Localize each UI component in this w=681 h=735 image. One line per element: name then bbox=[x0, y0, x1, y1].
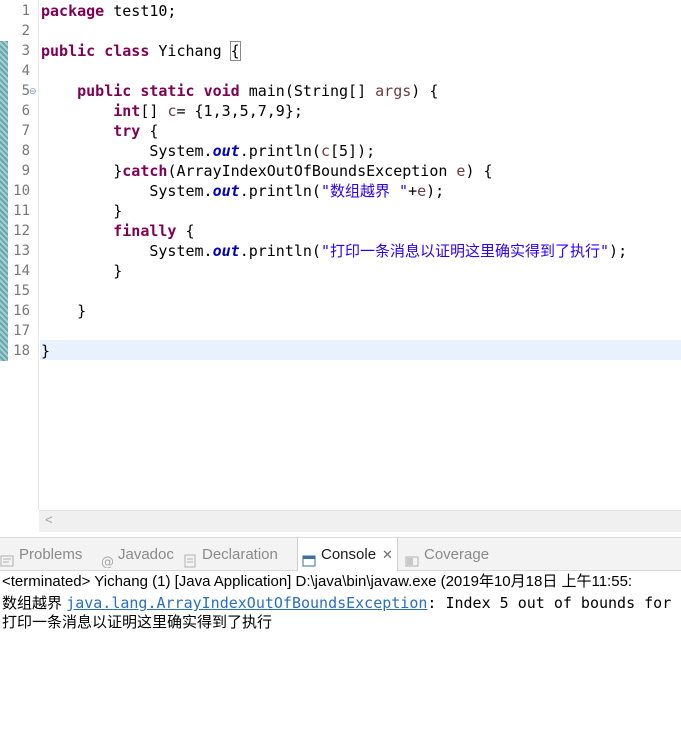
code-token: System. bbox=[41, 142, 213, 160]
code-editor[interactable]: 1 2 3 4 5 6 7 8 9 10 11 12 13 14 15 16 17 18 ⊖ package tes… bbox=[0, 0, 681, 510]
declaration-icon bbox=[183, 547, 197, 568]
change-marker bbox=[0, 41, 8, 361]
console-view[interactable]: <terminated> Yichang (1) [Java Applicati… bbox=[0, 571, 681, 735]
code-token: main(String[] bbox=[239, 82, 376, 100]
code-token: .println( bbox=[239, 142, 321, 160]
console-icon bbox=[302, 547, 316, 567]
code-line[interactable]: }catch(ArrayIndexOutOfBoundsException e)… bbox=[41, 161, 493, 181]
keyword-token: package bbox=[41, 2, 105, 20]
code-line[interactable]: } bbox=[41, 201, 122, 221]
current-line-highlight bbox=[40, 340, 681, 360]
code-token: } bbox=[41, 302, 87, 320]
console-status-line: <terminated> Yichang (1) [Java Applicati… bbox=[2, 573, 633, 590]
code-token: System. bbox=[41, 182, 213, 200]
code-token: out bbox=[212, 182, 240, 200]
code-token: ); bbox=[426, 182, 445, 200]
code-line[interactable]: } bbox=[41, 301, 86, 321]
tab-declaration[interactable]: Declaration bbox=[183, 538, 278, 571]
code-token: test10; bbox=[104, 2, 177, 20]
tab-label: Coverage bbox=[424, 546, 490, 563]
keyword-token: public bbox=[77, 82, 132, 100]
code-line[interactable]: try { bbox=[41, 121, 158, 141]
coverage-icon bbox=[405, 547, 419, 567]
code-token: [] bbox=[140, 102, 168, 120]
code-token: (ArrayIndexOutOfBoundsException bbox=[167, 162, 457, 180]
exception-message: : Index 5 out of bounds for bbox=[427, 594, 672, 612]
tab-coverage[interactable]: Coverage bbox=[405, 538, 489, 571]
code-line[interactable]: package test10; bbox=[41, 1, 176, 21]
code-token: = {1,3,5,7,9}; bbox=[176, 102, 303, 120]
code-line[interactable]: } bbox=[41, 341, 50, 361]
exception-link[interactable]: java.lang.ArrayIndexOutOfBoundsException bbox=[66, 594, 427, 612]
code-line[interactable]: public class Yichang { bbox=[41, 41, 241, 61]
javadoc-icon: @ bbox=[99, 547, 114, 570]
code-token: { bbox=[229, 41, 241, 61]
console-output-line-2: 打印一条消息以证明这里确实得到了执行 bbox=[2, 614, 273, 631]
keyword-token: class bbox=[104, 42, 150, 60]
keyword-token: int bbox=[113, 102, 141, 120]
code-token: System. bbox=[41, 242, 213, 260]
line-number: 2 bbox=[21, 23, 30, 39]
code-token: args bbox=[375, 82, 412, 100]
code-token: ) { bbox=[465, 162, 493, 180]
tab-problems[interactable]: Problems bbox=[0, 538, 82, 571]
code-token: } bbox=[41, 162, 123, 180]
code-line[interactable]: int[] c= {1,3,5,7,9}; bbox=[41, 101, 303, 121]
close-icon[interactable]: ✕ bbox=[382, 538, 393, 571]
code-token: out bbox=[212, 242, 240, 260]
string-token: "打印一条消息以证明这里确实得到了执行" bbox=[320, 242, 610, 260]
string-token: "数组越界 " bbox=[320, 182, 409, 200]
code-token: e bbox=[417, 182, 427, 200]
problems-icon bbox=[0, 547, 14, 567]
keyword-token: void bbox=[203, 82, 240, 100]
code-token: ); bbox=[609, 242, 628, 260]
horizontal-scrollbar[interactable]: < bbox=[39, 510, 681, 532]
tab-label: Problems bbox=[19, 546, 83, 563]
code-token: [5]); bbox=[330, 142, 376, 160]
line-number-gutter: 1 2 3 4 5 6 7 8 9 10 11 12 13 14 15 16 17 18 ⊖ bbox=[0, 0, 39, 510]
code-token: .println( bbox=[239, 182, 321, 200]
tab-label: Declaration bbox=[202, 546, 278, 563]
code-token: .println( bbox=[239, 242, 321, 260]
code-line[interactable]: } bbox=[41, 261, 122, 281]
keyword-token: catch bbox=[122, 162, 168, 180]
code-line[interactable]: System.out.println(c[5]); bbox=[41, 141, 375, 161]
code-token: out bbox=[212, 142, 240, 160]
code-line[interactable]: System.out.println("打印一条消息以证明这里确实得到了执行")… bbox=[41, 241, 627, 261]
code-line[interactable]: public static void main(String[] args) { bbox=[41, 81, 438, 101]
code-token: Yichang bbox=[149, 42, 231, 60]
code-token: } bbox=[41, 342, 51, 360]
tab-javadoc[interactable]: @ Javadoc bbox=[99, 538, 174, 571]
keyword-token: public bbox=[41, 42, 96, 60]
code-token: ) { bbox=[411, 82, 439, 100]
view-tab-bar: Problems @ Javadoc Declaration Console ✕ Cover… bbox=[0, 537, 681, 571]
console-output-prefix: 数组越界 bbox=[2, 595, 67, 612]
code-line[interactable]: finally { bbox=[41, 221, 195, 241]
tab-console[interactable]: Console ✕ bbox=[297, 538, 398, 571]
console-output-line-1: 数组越界 java.lang.ArrayIndexOutOfBoundsExce… bbox=[2, 592, 671, 614]
keyword-token: static bbox=[140, 82, 195, 100]
code-token: } bbox=[41, 262, 123, 280]
keyword-token: finally bbox=[113, 222, 177, 240]
line-number: 1 bbox=[21, 3, 30, 19]
scroll-left-arrow-icon[interactable]: < bbox=[45, 512, 53, 527]
code-token: { bbox=[176, 222, 195, 240]
code-line[interactable]: System.out.println("数组越界 "+e); bbox=[41, 181, 444, 201]
code-token: + bbox=[408, 182, 418, 200]
tab-label: Console bbox=[321, 546, 377, 563]
svg-text:@: @ bbox=[101, 555, 113, 568]
code-token: { bbox=[140, 122, 159, 140]
tab-label: Javadoc bbox=[118, 546, 174, 563]
code-token: c bbox=[320, 142, 330, 160]
code-token: } bbox=[41, 202, 123, 220]
keyword-token: try bbox=[113, 122, 141, 140]
fold-collapse-icon[interactable]: ⊖ bbox=[29, 81, 37, 101]
